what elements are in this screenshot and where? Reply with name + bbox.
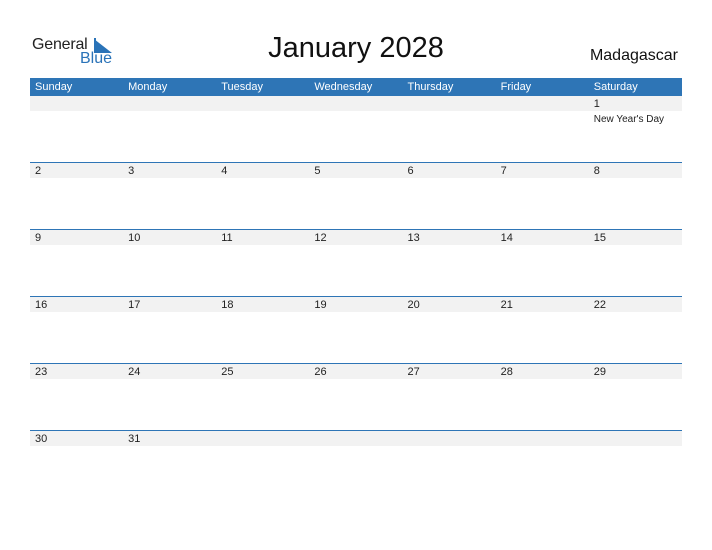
day-cell: 25 bbox=[216, 364, 309, 430]
day-number: 18 bbox=[221, 299, 234, 311]
day-number: 31 bbox=[128, 433, 141, 445]
day-number: 10 bbox=[128, 232, 141, 244]
day-cell: 8 bbox=[589, 163, 682, 229]
day-number: 23 bbox=[35, 366, 48, 378]
week-row: 23 24 25 26 27 28 29 bbox=[30, 363, 682, 430]
day-cell: 28 bbox=[496, 364, 589, 430]
week-row: 1 New Year's Day bbox=[30, 96, 682, 162]
week-cells: 30 31 bbox=[30, 431, 682, 497]
day-cell: 20 bbox=[403, 297, 496, 363]
weeks-container: 1 New Year's Day 2 3 4 5 6 7 8 9 10 11 12 13 14 15 16 17 1… bbox=[30, 96, 682, 497]
day-cell: 15 bbox=[589, 230, 682, 296]
weekday-saturday: Saturday bbox=[593, 81, 638, 93]
day-cell: 6 bbox=[403, 163, 496, 229]
week-cells: 23 24 25 26 27 28 29 bbox=[30, 364, 682, 430]
day-cell: 24 bbox=[123, 364, 216, 430]
day-cell: 9 bbox=[30, 230, 123, 296]
day-number: 11 bbox=[221, 232, 233, 244]
day-cell: 1 New Year's Day bbox=[589, 96, 682, 162]
day-number: 6 bbox=[407, 165, 414, 177]
day-cell: 11 bbox=[216, 230, 309, 296]
day-cell: 30 bbox=[30, 431, 123, 497]
day-number: 22 bbox=[593, 299, 606, 311]
day-number: 12 bbox=[314, 232, 327, 244]
day-number: 15 bbox=[593, 232, 606, 244]
day-number: 16 bbox=[35, 299, 48, 311]
day-cell: 31 bbox=[123, 431, 216, 497]
day-cell bbox=[30, 96, 123, 162]
day-cell bbox=[216, 96, 309, 162]
week-row: 16 17 18 19 20 21 22 bbox=[30, 296, 682, 363]
weekday-wednesday: Wednesday bbox=[314, 81, 373, 93]
day-cell: 29 bbox=[589, 364, 682, 430]
weekday-tuesday: Tuesday bbox=[221, 81, 264, 93]
week-cells: 16 17 18 19 20 21 22 bbox=[30, 297, 682, 363]
day-number: 25 bbox=[221, 366, 234, 378]
day-cell: 17 bbox=[123, 297, 216, 363]
weekday-header: Sunday Monday Tuesday Wednesday Thursday… bbox=[30, 78, 682, 96]
day-cell: 14 bbox=[496, 230, 589, 296]
day-number: 9 bbox=[35, 232, 42, 244]
day-cell bbox=[403, 96, 496, 162]
weekday-thursday: Thursday bbox=[407, 81, 454, 93]
country-label: Madagascar bbox=[589, 47, 678, 64]
day-cell bbox=[309, 431, 402, 497]
day-cell: 22 bbox=[589, 297, 682, 363]
week-cells: 9 10 11 12 13 14 15 bbox=[30, 230, 682, 296]
day-number: 19 bbox=[314, 299, 327, 311]
week-row: 9 10 11 12 13 14 15 bbox=[30, 229, 682, 296]
day-number: 4 bbox=[221, 165, 228, 177]
day-number: 30 bbox=[35, 433, 48, 445]
day-number: 26 bbox=[314, 366, 327, 378]
day-cell: 12 bbox=[309, 230, 402, 296]
day-cell: 4 bbox=[216, 163, 309, 229]
calendar-grid: Sunday Monday Tuesday Wednesday Thursday… bbox=[30, 78, 682, 497]
weekday-monday: Monday bbox=[128, 81, 168, 93]
day-number: 24 bbox=[128, 366, 141, 378]
day-cell: 2 bbox=[30, 163, 123, 229]
day-cell: 19 bbox=[309, 297, 402, 363]
day-cell: 26 bbox=[309, 364, 402, 430]
day-cell: 18 bbox=[216, 297, 309, 363]
day-number: 21 bbox=[500, 299, 513, 311]
day-cell: 16 bbox=[30, 297, 123, 363]
day-number: 8 bbox=[593, 165, 600, 177]
day-cell: 21 bbox=[496, 297, 589, 363]
day-cell bbox=[496, 431, 589, 497]
day-number: 1 bbox=[593, 98, 600, 110]
week-row: 2 3 4 5 6 7 8 bbox=[30, 162, 682, 229]
day-cell: 27 bbox=[403, 364, 496, 430]
day-cell bbox=[496, 96, 589, 162]
day-number: 7 bbox=[500, 165, 507, 177]
day-cell: 3 bbox=[123, 163, 216, 229]
week-cells: 2 3 4 5 6 7 8 bbox=[30, 163, 682, 229]
weekday-friday: Friday bbox=[500, 81, 532, 93]
day-number: 2 bbox=[35, 165, 42, 177]
day-number: 27 bbox=[407, 366, 420, 378]
day-number: 14 bbox=[500, 232, 513, 244]
day-cell: 7 bbox=[496, 163, 589, 229]
day-number: 3 bbox=[128, 165, 135, 177]
day-number: 29 bbox=[593, 366, 606, 378]
day-cell: 5 bbox=[309, 163, 402, 229]
day-cell: 23 bbox=[30, 364, 123, 430]
day-cell bbox=[216, 431, 309, 497]
day-number: 13 bbox=[407, 232, 420, 244]
holiday-label: New Year's Day bbox=[593, 114, 665, 125]
day-cell bbox=[403, 431, 496, 497]
weekday-sunday: Sunday bbox=[35, 81, 73, 93]
day-number: 17 bbox=[128, 299, 141, 311]
week-row: 30 31 bbox=[30, 430, 682, 497]
day-number: 5 bbox=[314, 165, 321, 177]
day-number: 20 bbox=[407, 299, 420, 311]
day-cell bbox=[589, 431, 682, 497]
day-cell: 10 bbox=[123, 230, 216, 296]
day-cell bbox=[309, 96, 402, 162]
day-cell bbox=[123, 96, 216, 162]
day-number: 28 bbox=[500, 366, 513, 378]
day-cell: 13 bbox=[403, 230, 496, 296]
week-cells: 1 New Year's Day bbox=[30, 96, 682, 162]
